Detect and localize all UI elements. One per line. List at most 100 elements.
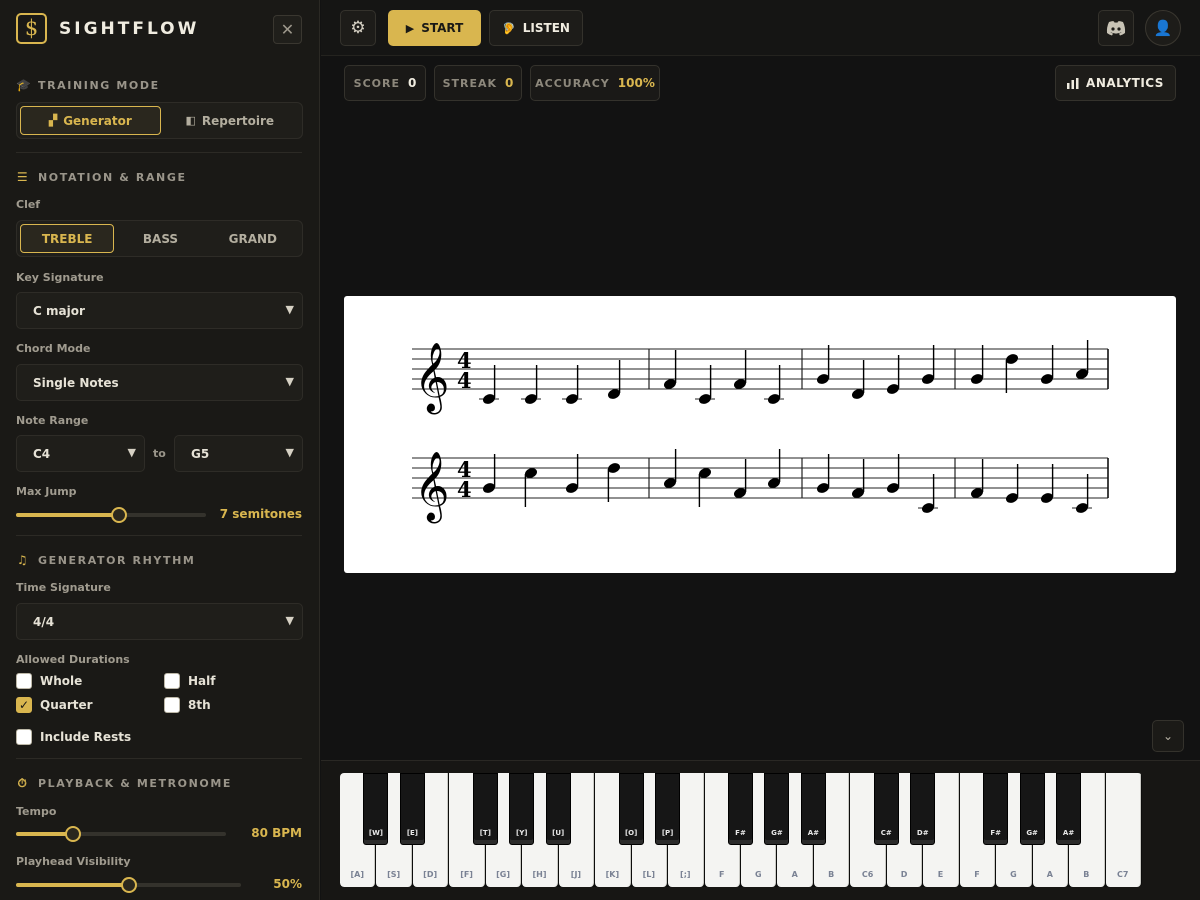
black-key[interactable]: [U] (545, 773, 571, 845)
section-title-notation: NOTATION & RANGE (38, 170, 187, 184)
chord-mode-select[interactable]: Single Notes ▼ (16, 364, 303, 401)
black-key[interactable]: [O] (618, 773, 644, 845)
tempo-slider[interactable] (16, 826, 226, 842)
key-label: [W] (368, 829, 384, 837)
range-to-select[interactable]: G5 ▼ (174, 435, 303, 472)
slider-thumb[interactable] (120, 877, 137, 893)
black-key[interactable]: [P] (655, 773, 681, 845)
duration-quarter-checkbox[interactable]: ✓ Quarter (16, 697, 93, 713)
black-key[interactable]: C# (873, 773, 899, 845)
max-jump-value: 7 semitones (219, 507, 302, 521)
duration-half-checkbox[interactable]: Half (164, 673, 215, 689)
black-key[interactable]: G# (1019, 773, 1045, 845)
checkbox[interactable] (164, 697, 180, 713)
chord-mode-label: Chord Mode (16, 342, 91, 355)
user-avatar-button[interactable]: 👤 (1145, 10, 1181, 46)
playhead-visibility-slider[interactable] (16, 877, 241, 893)
clef-label: Clef (16, 198, 41, 211)
black-key[interactable]: F# (728, 773, 753, 845)
section-title-training-mode: TRAINING MODE (38, 78, 160, 92)
settings-button[interactable]: ⚙ (340, 10, 376, 46)
range-from-select[interactable]: C4 ▼ (16, 435, 145, 472)
duration-whole-label: Whole (40, 674, 83, 688)
key-signature-select[interactable]: C major ▼ (16, 292, 303, 329)
range-to-value: G5 (191, 446, 210, 461)
duration-8th-checkbox[interactable]: 8th (164, 697, 211, 713)
black-key[interactable]: A# (800, 773, 826, 845)
time-signature-select[interactable]: 4/4 ▼ (16, 603, 303, 640)
chevron-down-icon: ▼ (285, 614, 294, 627)
clef-grand[interactable]: GRAND (207, 224, 299, 253)
black-key[interactable]: [T] (472, 773, 498, 845)
key-label: G# (771, 829, 783, 837)
section-generator-rhythm: ♫ GENERATOR RHYTHM (16, 553, 195, 567)
key-label: [A] (350, 870, 364, 879)
streak-stat: STREAK 0 (434, 65, 522, 101)
listen-button[interactable]: 🦻 LISTEN (489, 10, 583, 46)
streak-value: 0 (505, 76, 514, 90)
note-range-label: Note Range (16, 414, 89, 427)
black-key[interactable]: G# (764, 773, 790, 845)
training-mode-generator[interactable]: ▞ Generator (20, 106, 161, 135)
chevron-down-icon: ▼ (285, 375, 294, 388)
time-signature-label: Time Signature (16, 581, 111, 594)
checkbox[interactable] (16, 673, 32, 689)
include-rests-checkbox[interactable]: Include Rests (16, 729, 131, 745)
play-icon: ▶ (405, 21, 415, 35)
section-title-rhythm: GENERATOR RHYTHM (38, 553, 196, 567)
black-key[interactable]: A# (1056, 773, 1082, 845)
key-label: [G] (496, 870, 510, 879)
collapse-keyboard-button[interactable]: ⌄ (1152, 720, 1184, 752)
start-button[interactable]: ▶ START (388, 10, 481, 46)
key-label: [;] (680, 870, 691, 879)
key-label: C# (880, 829, 892, 837)
score-label: SCORE (353, 76, 400, 90)
piano-keys: [A] [S] [D] [F] [G] [H] [J] [K] [L] [;] F G A B C6 D E F G… (340, 773, 1142, 887)
black-key[interactable]: [W] (363, 773, 389, 845)
duration-half-label: Half (188, 674, 216, 688)
key-label: A# (807, 829, 820, 837)
white-key[interactable]: C7 (1105, 773, 1141, 887)
black-key[interactable]: D# (910, 773, 936, 845)
training-mode-repertoire[interactable]: ◧ Repertoire (161, 106, 300, 135)
key-label: D# (916, 829, 929, 837)
analytics-button[interactable]: ANALYTICS (1055, 65, 1176, 101)
graduation-cap-icon: 🎓 (16, 78, 33, 92)
key-label: [U] (552, 829, 565, 837)
section-notation-range: ☰ NOTATION & RANGE (16, 170, 187, 184)
key-label: A# (1062, 829, 1075, 837)
top-bar: ⚙ ▶ START 🦻 LISTEN 👤 (321, 0, 1200, 56)
key-label: C7 (1117, 870, 1129, 879)
black-key[interactable]: F# (983, 773, 1009, 845)
clef-bass[interactable]: BASS (114, 224, 206, 253)
key-signature-value: C major (33, 303, 85, 318)
time-signature-value: 4/4 (33, 614, 55, 629)
discord-button[interactable] (1098, 10, 1134, 46)
divider (16, 152, 302, 153)
checkbox[interactable] (164, 673, 180, 689)
discord-icon (1106, 21, 1126, 36)
divider (16, 535, 302, 536)
start-label: START (421, 21, 464, 35)
key-label: [D] (423, 870, 438, 879)
clef-treble[interactable]: TREBLE (20, 224, 115, 253)
black-key[interactable]: [Y] (509, 773, 535, 845)
checkbox[interactable]: ✓ (16, 697, 32, 713)
chord-mode-value: Single Notes (33, 375, 119, 390)
black-key[interactable]: [E] (399, 773, 425, 845)
duration-whole-checkbox[interactable]: Whole (16, 673, 82, 689)
key-label: C6 (861, 870, 874, 879)
section-title-playback: PLAYBACK & METRONOME (38, 777, 233, 790)
key-label: F# (735, 829, 746, 837)
chevron-down-icon: ▼ (285, 446, 294, 459)
max-jump-slider[interactable] (16, 507, 206, 523)
score-value: 0 (407, 76, 417, 90)
checkbox[interactable] (16, 729, 32, 745)
key-label: E (937, 870, 944, 879)
book-icon: ◧ (185, 114, 196, 127)
slider-thumb[interactable] (110, 507, 127, 523)
slider-thumb[interactable] (64, 826, 81, 842)
close-sidebar-button[interactable]: ✕ (273, 15, 302, 44)
key-label: [Y] (516, 829, 528, 837)
divider (16, 758, 302, 759)
